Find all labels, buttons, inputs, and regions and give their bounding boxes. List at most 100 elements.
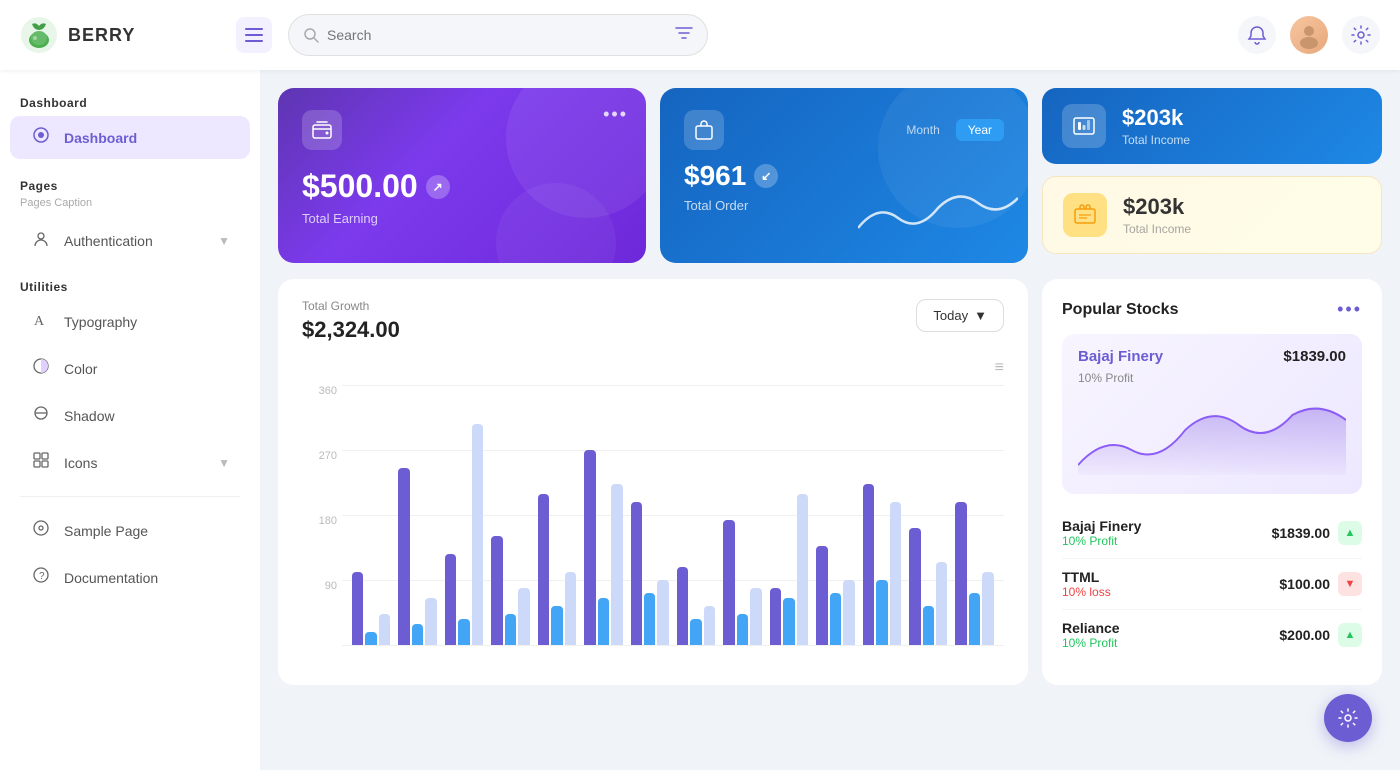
hamburger-button[interactable] <box>236 17 272 53</box>
bar-purple <box>677 567 688 645</box>
documentation-label: Documentation <box>64 570 158 586</box>
earning-card-menu[interactable]: ••• <box>603 104 628 125</box>
bar-light <box>797 494 808 645</box>
today-filter-button[interactable]: Today ▼ <box>916 299 1004 332</box>
topbar-right <box>1238 16 1380 54</box>
color-label: Color <box>64 361 97 377</box>
stock-trend-badge: ▼ <box>1338 572 1362 596</box>
stock-price: $1839.00 <box>1272 525 1330 541</box>
menu-icon <box>245 28 263 42</box>
search-bar <box>288 14 708 56</box>
sidebar-section-dashboard: Dashboard <box>0 90 260 114</box>
bar-group <box>584 385 622 645</box>
stock-profit: 10% Profit <box>1062 534 1141 548</box>
stock-row: Bajaj Finery 10% Profit $1839.00 ▲ <box>1062 508 1362 559</box>
stock-name: Bajaj Finery <box>1062 518 1141 534</box>
bar-light <box>936 562 947 645</box>
bar-blue <box>505 614 516 645</box>
stock-profit: 10% loss <box>1062 585 1111 599</box>
chart-title-label: Total Growth <box>302 299 400 313</box>
bar-light <box>611 484 622 645</box>
sidebar-item-color[interactable]: Color <box>10 347 250 390</box>
documentation-icon: ? <box>30 566 52 589</box>
sidebar-item-icons[interactable]: Icons ▼ <box>10 441 250 484</box>
topbar: BERRY <box>0 0 1400 70</box>
app-name: BERRY <box>68 25 135 46</box>
logo-icon <box>20 16 58 54</box>
dashboard-icon <box>30 126 52 149</box>
typography-icon: A <box>30 310 52 333</box>
featured-stock-card: Bajaj Finery $1839.00 10% Profit <box>1062 334 1362 494</box>
bar-purple <box>770 588 781 645</box>
bar-purple <box>863 484 874 645</box>
fab-button[interactable] <box>1324 694 1372 742</box>
bar-blue <box>412 624 423 645</box>
bar-purple <box>816 546 827 645</box>
settings-button[interactable] <box>1342 16 1380 54</box>
sidebar-item-authentication[interactable]: Authentication ▼ <box>10 219 250 262</box>
bar-purple <box>909 528 920 645</box>
wallet-icon <box>311 119 333 141</box>
bar-chart-area: 360 270 180 90 <box>302 385 1004 665</box>
bar-blue <box>458 619 469 645</box>
bar-light <box>472 424 483 645</box>
earning-card-icon <box>302 110 342 150</box>
bar-light <box>425 598 436 645</box>
income-yellow-label: Total Income <box>1123 222 1191 236</box>
bar-purple <box>631 502 642 645</box>
sidebar-item-dashboard[interactable]: Dashboard <box>10 116 250 159</box>
sidebar-item-shadow[interactable]: Shadow <box>10 394 250 437</box>
income-blue-icon <box>1062 104 1106 148</box>
dashboard-label: Dashboard <box>64 130 137 146</box>
order-tab-group: Month Year <box>894 119 1004 141</box>
featured-stock-header: Bajaj Finery $1839.00 <box>1078 348 1346 365</box>
tab-year[interactable]: Year <box>956 119 1004 141</box>
bars-container <box>342 385 1004 645</box>
stock-row: TTML 10% loss $100.00 ▼ <box>1062 559 1362 610</box>
color-icon <box>30 357 52 380</box>
avatar[interactable] <box>1290 16 1328 54</box>
stock-name: TTML <box>1062 569 1111 585</box>
icons-icon <box>30 451 52 474</box>
chevron-down-icon: ▼ <box>974 308 987 323</box>
search-input[interactable] <box>327 27 667 43</box>
featured-stock-chart <box>1078 395 1346 475</box>
search-icon <box>303 27 319 43</box>
logo-area: BERRY <box>20 16 220 54</box>
stock-price: $200.00 <box>1279 627 1330 643</box>
bar-light <box>518 588 529 645</box>
bar-group <box>955 385 993 645</box>
chart-header: Total Growth $2,324.00 Today ▼ <box>302 299 1004 343</box>
stock-row: Reliance 10% Profit $200.00 ▲ <box>1062 610 1362 660</box>
income-yellow-amount: $203k <box>1123 194 1191 220</box>
main-content: ••• $500.00 ↗ Total Earning <box>260 70 1400 770</box>
income-yellow-icon <box>1063 193 1107 237</box>
sidebar-section-utilities: Utilities <box>0 274 260 298</box>
bar-blue <box>365 632 376 645</box>
sidebar-item-documentation[interactable]: ? Documentation <box>10 556 250 599</box>
bar-light <box>982 572 993 645</box>
sidebar-item-typography[interactable]: A Typography <box>10 300 250 343</box>
sidebar-item-sample-page[interactable]: Sample Page <box>10 509 250 552</box>
featured-stock-profit: 10% Profit <box>1078 371 1346 385</box>
tab-month[interactable]: Month <box>894 119 951 141</box>
sample-page-icon <box>30 519 52 542</box>
stock-price: $100.00 <box>1279 576 1330 592</box>
bag-icon <box>693 119 715 141</box>
bar-blue <box>690 619 701 645</box>
stocks-menu-button[interactable]: ••• <box>1337 299 1362 320</box>
bar-light <box>704 606 715 645</box>
featured-stock-name: Bajaj Finery <box>1078 348 1163 365</box>
stock-trend-badge: ▲ <box>1338 623 1362 647</box>
bar-light <box>657 580 668 645</box>
bar-group <box>816 385 854 645</box>
icons-label: Icons <box>64 455 97 471</box>
bell-icon <box>1247 25 1267 45</box>
notification-button[interactable] <box>1238 16 1276 54</box>
bar-light <box>565 572 576 645</box>
stocks-card: Popular Stocks ••• Bajaj Finery $1839.00… <box>1042 279 1382 685</box>
bar-group <box>538 385 576 645</box>
income-card-blue: $203k Total Income <box>1042 88 1382 164</box>
chart-menu-button[interactable]: ≡ <box>302 359 1004 377</box>
filter-icon[interactable] <box>675 25 693 46</box>
